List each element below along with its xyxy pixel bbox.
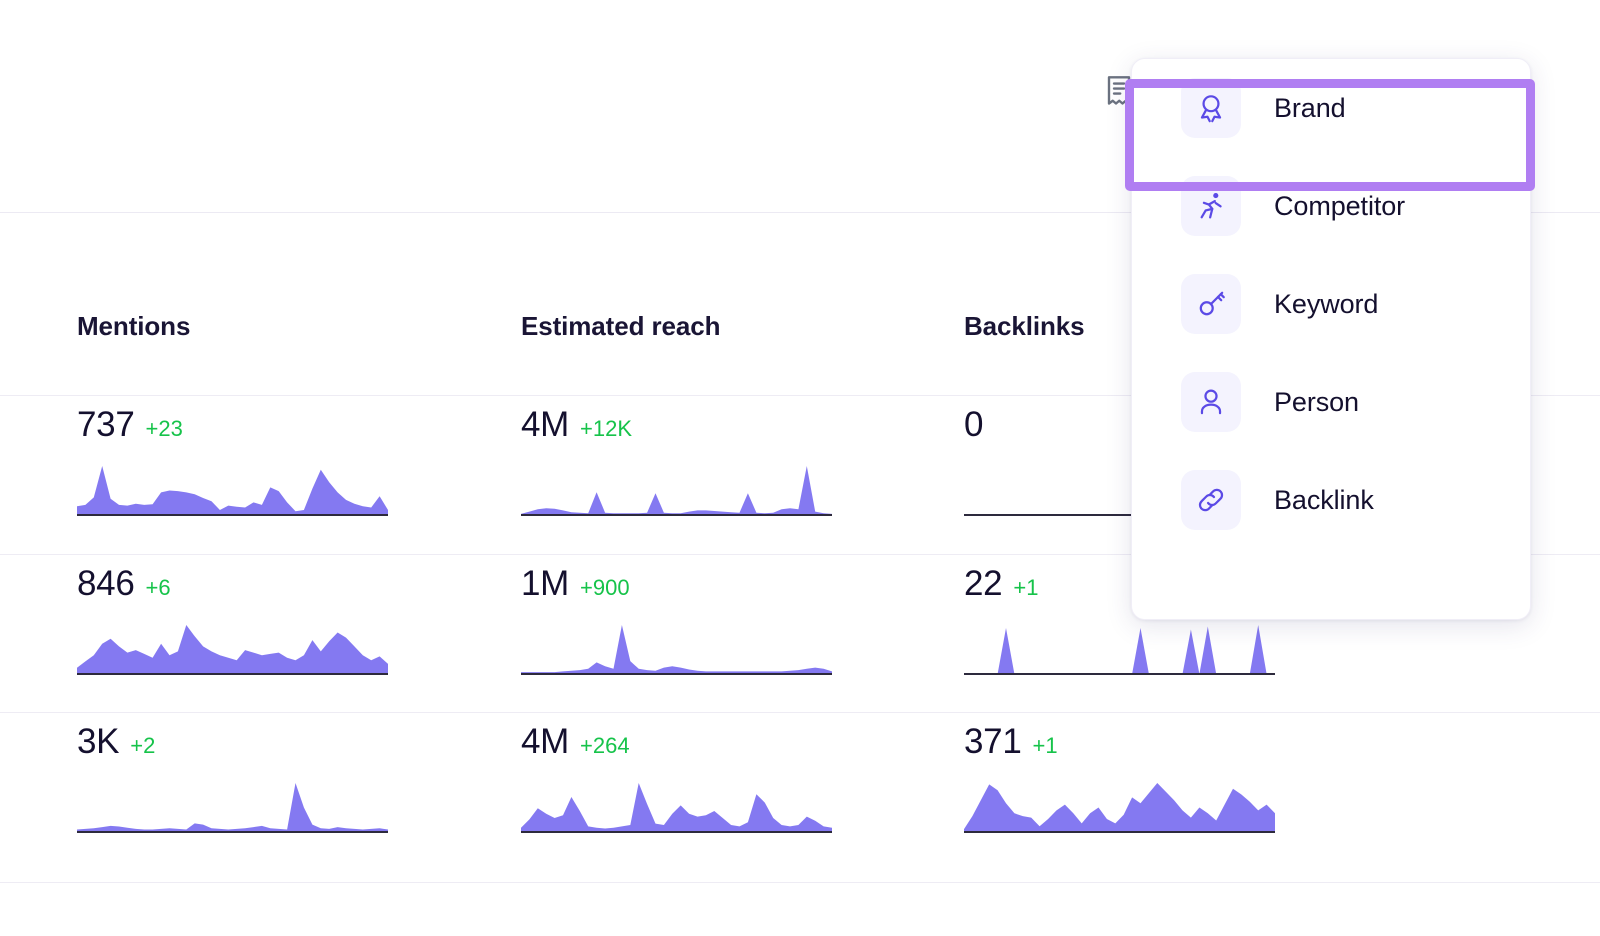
page-root: Mentions Estimated reach Backlinks 737 +… [0, 0, 1600, 936]
column-header-mentions[interactable]: Mentions [77, 311, 190, 342]
sparkline-chart [77, 622, 388, 678]
menu-item-label: Brand [1274, 93, 1346, 124]
metric-value-group: 737 +23 [77, 407, 183, 442]
metric-delta: +6 [146, 577, 171, 599]
sparkline-chart [964, 622, 1275, 678]
receipt-icon[interactable] [1104, 74, 1134, 108]
sparkline-chart [964, 780, 1275, 836]
metric-value: 737 [77, 407, 135, 442]
metric-delta: +264 [580, 735, 630, 757]
metric-value: 0 [964, 407, 983, 442]
cell-estimated-reach[interactable]: 4M +264 [521, 713, 921, 872]
cell-estimated-reach[interactable]: 1M +900 [521, 555, 921, 714]
metric-delta: +1 [1033, 735, 1058, 757]
cell-backlinks[interactable]: 371 +1 [964, 713, 1364, 872]
menu-item-brand[interactable]: Brand [1132, 59, 1530, 157]
metric-value-group: 22 +1 [964, 566, 1038, 601]
metric-delta: +900 [580, 577, 630, 599]
menu-item-keyword[interactable]: Keyword [1132, 255, 1530, 353]
sparkline-chart [521, 622, 832, 678]
cell-mentions[interactable]: 737 +23 [77, 396, 477, 555]
menu-item-label: Backlink [1274, 485, 1374, 516]
metric-value-group: 846 +6 [77, 566, 171, 601]
link-chain-icon [1181, 470, 1241, 530]
menu-item-competitor[interactable]: Competitor [1132, 157, 1530, 255]
metric-delta: +1 [1013, 577, 1038, 599]
metric-value: 22 [964, 566, 1002, 601]
metric-value-group: 3K +2 [77, 724, 155, 759]
menu-item-label: Keyword [1274, 289, 1378, 320]
sparkline-chart [521, 780, 832, 836]
metric-value-group: 371 +1 [964, 724, 1058, 759]
entity-type-dropdown[interactable]: Brand Competitor [1131, 58, 1531, 620]
metric-value: 4M [521, 724, 569, 759]
metric-delta: +23 [146, 418, 183, 440]
award-ribbon-icon [1181, 78, 1241, 138]
metric-value-group: 4M +12K [521, 407, 632, 442]
row-divider [0, 882, 1600, 883]
metric-value: 371 [964, 724, 1022, 759]
metric-delta: +2 [130, 735, 155, 757]
cell-mentions[interactable]: 3K +2 [77, 713, 477, 872]
metric-value-group: 1M +900 [521, 566, 630, 601]
key-icon [1181, 274, 1241, 334]
metric-value-group: 0 [964, 407, 994, 442]
sparkline-chart [521, 463, 832, 519]
metric-value: 3K [77, 724, 119, 759]
column-header-backlinks[interactable]: Backlinks [964, 311, 1085, 342]
menu-item-label: Competitor [1274, 191, 1405, 222]
runner-icon [1181, 176, 1241, 236]
metric-value: 4M [521, 407, 569, 442]
cell-estimated-reach[interactable]: 4M +12K [521, 396, 921, 555]
menu-item-label: Person [1274, 387, 1359, 418]
metric-value: 846 [77, 566, 135, 601]
metric-delta: +12K [580, 418, 632, 440]
person-icon [1181, 372, 1241, 432]
sparkline-chart [77, 463, 388, 519]
table-row[interactable]: 3K +2 4M +264 371 +1 [0, 713, 1600, 872]
cell-mentions[interactable]: 846 +6 [77, 555, 477, 714]
column-header-estimated-reach[interactable]: Estimated reach [521, 311, 720, 342]
metric-value: 1M [521, 566, 569, 601]
menu-item-person[interactable]: Person [1132, 353, 1530, 451]
sparkline-chart [77, 780, 388, 836]
metric-value-group: 4M +264 [521, 724, 630, 759]
menu-item-backlink[interactable]: Backlink [1132, 451, 1530, 549]
